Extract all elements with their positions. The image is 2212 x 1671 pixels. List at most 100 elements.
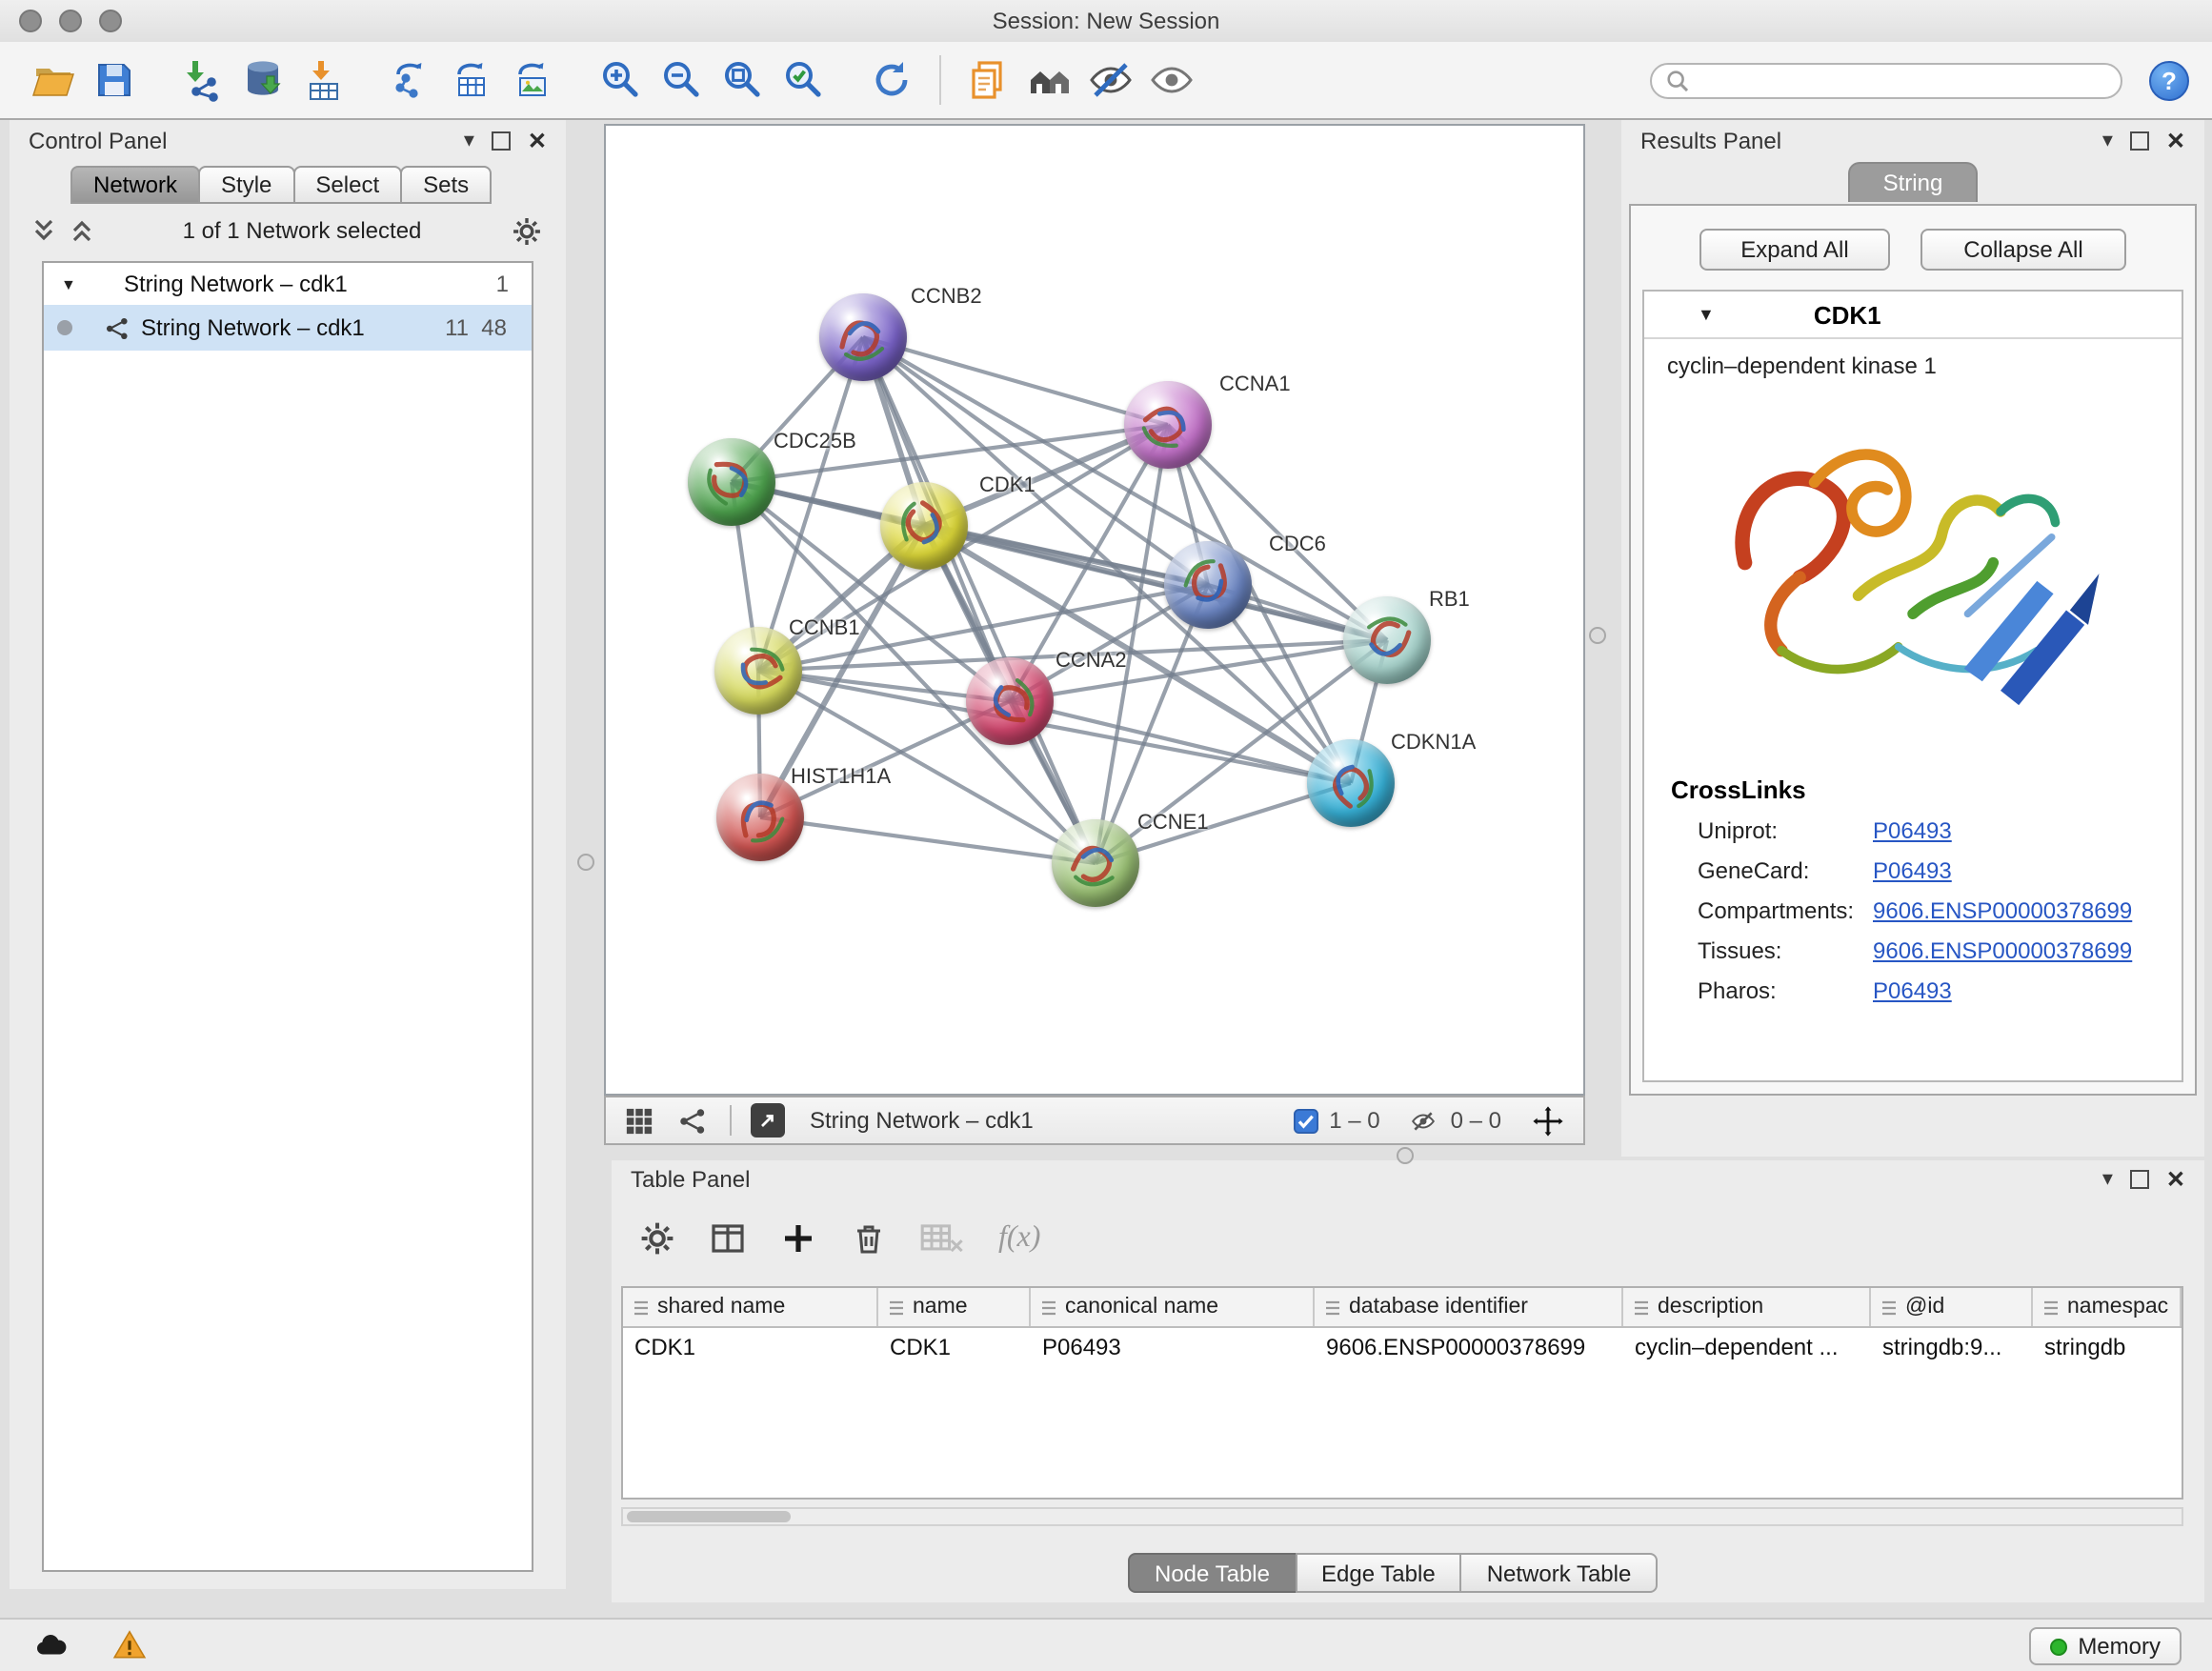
- zoom-in-button[interactable]: [591, 50, 652, 111]
- show-all-panels-button[interactable]: [1019, 50, 1080, 111]
- show-panel-button[interactable]: [1141, 50, 1202, 111]
- column-header-namespac[interactable]: namespac: [2033, 1288, 2182, 1326]
- panel-menu-icon[interactable]: ▾: [2102, 1169, 2113, 1190]
- save-session-button[interactable]: [84, 50, 145, 111]
- network-node-cdc6[interactable]: [1164, 541, 1252, 629]
- export-network-image-button[interactable]: [503, 50, 564, 111]
- search-input[interactable]: [1699, 67, 2107, 93]
- new-network-from-selection-button[interactable]: [381, 50, 442, 111]
- expand-all-button[interactable]: Expand All: [1699, 229, 1890, 271]
- splitter-handle[interactable]: [1397, 1147, 1414, 1164]
- zoom-out-button[interactable]: [652, 50, 713, 111]
- table-cell[interactable]: stringdb:9...: [1871, 1333, 2033, 1359]
- search-box[interactable]: [1650, 62, 2122, 98]
- network-node-cdk1[interactable]: [880, 482, 968, 570]
- gene-card-header[interactable]: ▼ CDK1: [1644, 292, 2182, 339]
- collapse-caret-icon[interactable]: ▼: [1698, 305, 1715, 324]
- import-network-file-button[interactable]: [171, 50, 232, 111]
- network-share-icon[interactable]: [678, 1106, 707, 1135]
- network-node-ccne1[interactable]: [1052, 819, 1139, 907]
- network-node-cdc25b[interactable]: [688, 438, 775, 526]
- close-panel-icon[interactable]: ✕: [2166, 130, 2185, 152]
- column-header-description[interactable]: description: [1623, 1288, 1871, 1326]
- maximize-window-button[interactable]: [99, 10, 122, 32]
- tab-style[interactable]: Style: [198, 166, 294, 204]
- column-header-canonical-name[interactable]: canonical name: [1031, 1288, 1315, 1326]
- zoom-fit-button[interactable]: [713, 50, 774, 111]
- panel-menu-icon[interactable]: ▾: [464, 131, 474, 151]
- delete-table-icon-disabled[interactable]: [920, 1219, 966, 1258]
- gear-icon[interactable]: [511, 214, 543, 247]
- network-node-ccnb2[interactable]: [819, 293, 907, 381]
- tab-network-table[interactable]: Network Table: [1460, 1553, 1659, 1593]
- import-network-database-button[interactable]: [232, 50, 293, 111]
- new-network-from-table-button[interactable]: [442, 50, 503, 111]
- open-in-new-window-button[interactable]: [751, 1103, 785, 1137]
- zoom-selected-button[interactable]: [774, 50, 835, 111]
- delete-icon[interactable]: [850, 1219, 888, 1258]
- crosslink-value[interactable]: P06493: [1873, 977, 1952, 1004]
- collapse-all-button[interactable]: Collapse All: [1920, 229, 2126, 271]
- splitter-handle[interactable]: [577, 854, 594, 871]
- cloud-button[interactable]: [30, 1627, 72, 1663]
- table-cell[interactable]: CDK1: [878, 1333, 1031, 1359]
- network-node-ccna2[interactable]: [966, 657, 1054, 745]
- apply-layout-button[interactable]: [861, 50, 922, 111]
- add-icon[interactable]: [779, 1219, 817, 1258]
- table-cell[interactable]: stringdb: [2033, 1333, 2182, 1359]
- splitter-handle[interactable]: [1589, 627, 1606, 644]
- hide-panel-button[interactable]: [1080, 50, 1141, 111]
- tab-select[interactable]: Select: [292, 166, 402, 204]
- crosslink-value[interactable]: P06493: [1873, 817, 1952, 844]
- gear-icon[interactable]: [638, 1219, 676, 1258]
- table-cell[interactable]: cyclin–dependent ...: [1623, 1333, 1871, 1359]
- network-node-rb1[interactable]: [1343, 596, 1431, 684]
- table-cell[interactable]: P06493: [1031, 1333, 1315, 1359]
- float-panel-icon[interactable]: [2130, 1170, 2149, 1189]
- column-header-database-identifier[interactable]: database identifier: [1315, 1288, 1623, 1326]
- table-cell[interactable]: 9606.ENSP00000378699: [1315, 1333, 1623, 1359]
- scrollbar-thumb[interactable]: [627, 1511, 791, 1522]
- tab-network[interactable]: Network: [70, 166, 200, 204]
- network-row-selected[interactable]: String Network – cdk1 11 48: [44, 305, 532, 351]
- minimize-window-button[interactable]: [59, 10, 82, 32]
- crosslink-value[interactable]: 9606.ENSP00000378699: [1873, 897, 2132, 924]
- expand-all-icon[interactable]: [70, 217, 93, 244]
- network-node-ccna1[interactable]: [1124, 381, 1212, 469]
- tree-expand-icon[interactable]: ▼: [61, 275, 84, 292]
- panel-menu-icon[interactable]: ▾: [2102, 131, 2113, 151]
- crosslink-value[interactable]: 9606.ENSP00000378699: [1873, 937, 2132, 964]
- close-panel-icon[interactable]: ✕: [2166, 1168, 2185, 1191]
- table-horizontal-scrollbar[interactable]: [621, 1507, 2183, 1526]
- tab-string[interactable]: String: [1849, 162, 1978, 202]
- float-panel-icon[interactable]: [2130, 131, 2149, 151]
- columns-icon[interactable]: [709, 1219, 747, 1258]
- float-panel-icon[interactable]: [492, 131, 511, 151]
- network-canvas[interactable]: CCNB2CCNA1CDC25BCDK1CDC6RB1CCNB1CCNA2CDK…: [604, 124, 1585, 1096]
- close-panel-icon[interactable]: ✕: [528, 130, 547, 152]
- collapse-all-icon[interactable]: [32, 217, 55, 244]
- pan-crosshair-icon[interactable]: [1532, 1104, 1564, 1137]
- tab-edge-table[interactable]: Edge Table: [1295, 1553, 1462, 1593]
- memory-button[interactable]: Memory: [2028, 1627, 2182, 1665]
- function-builder-button[interactable]: f(x): [998, 1221, 1040, 1256]
- import-table-button[interactable]: [293, 50, 354, 111]
- selected-checkbox-icon[interactable]: [1293, 1108, 1317, 1133]
- tab-node-table[interactable]: Node Table: [1128, 1553, 1297, 1593]
- column-header-id[interactable]: @id: [1871, 1288, 2033, 1326]
- birdseye-grid-icon[interactable]: [625, 1106, 654, 1135]
- table-cell[interactable]: CDK1: [623, 1333, 878, 1359]
- warning-button[interactable]: [111, 1627, 149, 1663]
- crosslink-value[interactable]: P06493: [1873, 857, 1952, 884]
- column-header-name[interactable]: name: [878, 1288, 1031, 1326]
- help-button[interactable]: ?: [2149, 60, 2189, 100]
- hidden-eye-slash-icon[interactable]: [1409, 1108, 1439, 1133]
- open-session-button[interactable]: [23, 50, 84, 111]
- tab-sets[interactable]: Sets: [400, 166, 492, 204]
- table-row[interactable]: CDK1CDK1P064939606.ENSP00000378699cyclin…: [623, 1328, 2182, 1364]
- column-header-shared-name[interactable]: shared name: [623, 1288, 878, 1326]
- duplicate-network-button[interactable]: [958, 50, 1019, 111]
- close-window-button[interactable]: [19, 10, 42, 32]
- network-collection-row[interactable]: ▼ String Network – cdk1 1: [44, 263, 532, 305]
- network-node-cdkn1a[interactable]: [1307, 739, 1395, 827]
